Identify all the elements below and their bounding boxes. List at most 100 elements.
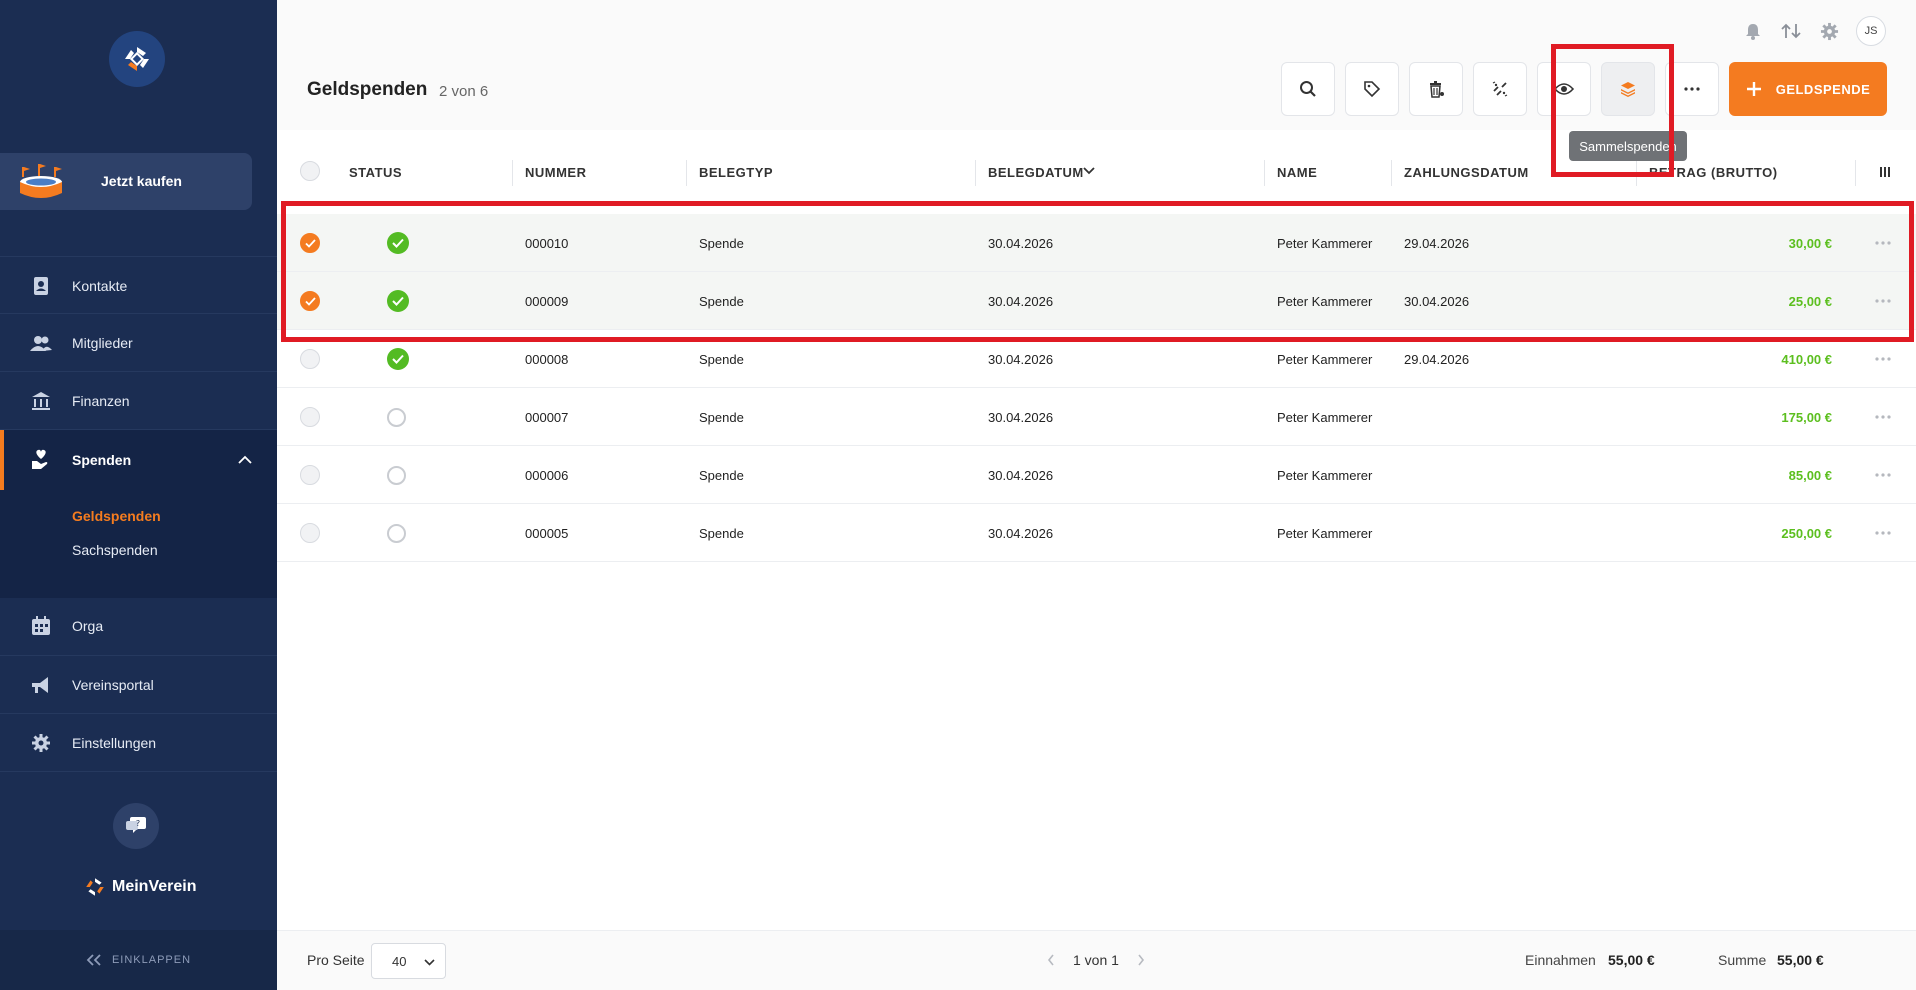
income-value: 55,00 € [1608, 952, 1655, 968]
unchecked-circle-icon [300, 523, 320, 543]
column-settings-icon[interactable] [1879, 166, 1891, 178]
table-row[interactable]: 000005 Spende 30.04.2026 Peter Kammerer 250,… [277, 504, 1916, 562]
sidebar-item-orga[interactable]: Orga [0, 597, 277, 654]
cell-nummer: 000006 [525, 467, 569, 483]
table-row[interactable]: 000009 Spende 30.04.2026 Peter Kammerer 30.0… [277, 272, 1916, 330]
sidebar-subitem-sachspenden[interactable]: Sachspenden [72, 542, 158, 558]
cell-betrag: 410,00 € [1781, 351, 1832, 367]
user-avatar[interactable]: JS [1856, 16, 1886, 46]
table-row[interactable]: 000010 Spende 30.04.2026 Peter Kammerer 29.0… [277, 214, 1916, 272]
row-select-checkbox[interactable] [300, 214, 320, 272]
sort-desc-chevron-icon[interactable] [1083, 167, 1095, 175]
brand-logo: MeinVerein [84, 876, 196, 898]
cell-nummer: 000009 [525, 293, 569, 309]
cell-belegdatum: 30.04.2026 [988, 235, 1054, 251]
column-header-name[interactable]: NAME [1277, 165, 1317, 180]
per-page-label: Pro Seite [307, 952, 365, 968]
row-select-checkbox[interactable] [300, 330, 320, 388]
megaphone-icon [30, 674, 52, 696]
income-label: Einnahmen [1525, 952, 1596, 968]
main-content: JS Geldspenden 2 von 6 GELDSPENDE STATUS… [277, 0, 1916, 990]
row-actions-button[interactable] [1875, 214, 1891, 272]
row-actions-button[interactable] [1875, 272, 1891, 330]
row-select-checkbox[interactable] [300, 446, 320, 504]
column-separator [1264, 160, 1265, 186]
more-dots-icon [1875, 415, 1891, 419]
row-actions-button[interactable] [1875, 446, 1891, 504]
status-cell [387, 388, 406, 446]
gear-icon [30, 732, 52, 754]
checked-circle-icon [300, 233, 320, 253]
row-select-checkbox[interactable] [300, 272, 320, 330]
cell-nummer: 000010 [525, 235, 569, 251]
cell-betrag: 250,00 € [1781, 525, 1832, 541]
unchecked-circle-icon [300, 465, 320, 485]
cell-belegdatum: 30.04.2026 [988, 467, 1054, 483]
column-header-zahlungsdatum[interactable]: ZAHLUNGSDATUM [1404, 165, 1529, 180]
row-actions-button[interactable] [1875, 504, 1891, 562]
sidebar-item-label: Spenden [72, 452, 132, 468]
collective-donations-button[interactable] [1601, 62, 1655, 116]
sidebar-item-vereinsportal[interactable]: Vereinsportal [0, 656, 277, 713]
table-row[interactable]: 000006 Spende 30.04.2026 Peter Kammerer 85,0… [277, 446, 1916, 504]
total-value: 55,00 € [1777, 952, 1824, 968]
add-donation-button[interactable]: GELDSPENDE [1729, 62, 1887, 116]
table-row[interactable]: 000007 Spende 30.04.2026 Peter Kammerer 175,… [277, 388, 1916, 446]
sidebar-subitem-geldspenden[interactable]: Geldspenden [72, 508, 161, 524]
prev-page-icon[interactable] [1047, 954, 1055, 966]
collapse-sidebar-button[interactable]: EINKLAPPEN [0, 930, 277, 990]
row-actions-button[interactable] [1875, 388, 1891, 446]
column-separator [1855, 160, 1856, 186]
per-page-select[interactable]: 40 [371, 943, 446, 979]
row-select-checkbox[interactable] [300, 504, 320, 562]
tag-button[interactable] [1345, 62, 1399, 116]
bell-icon[interactable] [1742, 20, 1764, 42]
buy-now-button[interactable]: Jetzt kaufen [0, 153, 252, 210]
column-header-belegtyp[interactable]: BELEGTYP [699, 165, 773, 180]
trash-icon [1430, 81, 1444, 98]
cell-belegdatum: 30.04.2026 [988, 293, 1054, 309]
more-dots-icon [1875, 357, 1891, 361]
column-header-nummer[interactable]: NUMMER [525, 165, 587, 180]
more-dots-icon [1875, 299, 1891, 303]
unlink-button[interactable] [1473, 62, 1527, 116]
status-cell [387, 214, 409, 272]
table-row[interactable]: 000008 Spende 30.04.2026 Peter Kammerer 29.0… [277, 330, 1916, 388]
sidebar-item-finanzen[interactable]: Finanzen [0, 372, 277, 429]
next-page-icon[interactable] [1137, 954, 1145, 966]
delete-button[interactable] [1409, 62, 1463, 116]
chat-question-icon: ? [126, 817, 146, 833]
status-cell [387, 446, 406, 504]
row-select-checkbox[interactable] [300, 388, 320, 446]
cell-belegtyp: Spende [699, 467, 744, 483]
app-logo[interactable] [109, 31, 165, 87]
chevron-down-icon [424, 959, 435, 966]
sidebar-item-spenden[interactable]: Spenden [0, 430, 277, 490]
bank-icon [30, 390, 52, 412]
cell-zahlungsdatum: 29.04.2026 [1404, 351, 1470, 367]
sort-arrows-icon[interactable] [1780, 20, 1802, 42]
sidebar-item-einstellungen[interactable]: Einstellungen [0, 714, 277, 771]
more-actions-button[interactable] [1665, 62, 1719, 116]
sidebar-item-kontakte[interactable]: Kontakte [0, 257, 277, 314]
contact-book-icon [30, 275, 52, 297]
view-button[interactable] [1537, 62, 1591, 116]
status-cell [387, 504, 406, 562]
brand-logo-icon [86, 878, 104, 896]
column-header-betrag[interactable]: BETRAG (BRUTTO) [1649, 165, 1778, 180]
select-all-checkbox[interactable] [300, 161, 320, 181]
row-actions-button[interactable] [1875, 330, 1891, 388]
status-cell [387, 330, 409, 388]
sidebar-item-mitglieder[interactable]: Mitglieder [0, 314, 277, 371]
brand-name: MeinVerein [112, 878, 197, 895]
column-header-belegdatum[interactable]: BELEGDATUM [988, 165, 1084, 180]
status-open-circle-icon [387, 465, 406, 485]
column-header-status[interactable]: STATUS [349, 165, 402, 180]
gear-icon[interactable] [1818, 20, 1840, 42]
search-button[interactable] [1281, 62, 1335, 116]
search-icon [1300, 81, 1316, 97]
sidebar: Jetzt kaufen Kontakte Mitglieder Finanze… [0, 0, 277, 990]
sidebar-item-label: Einstellungen [72, 734, 157, 751]
status-open-circle-icon [387, 523, 406, 543]
help-button[interactable]: ? [113, 803, 159, 849]
